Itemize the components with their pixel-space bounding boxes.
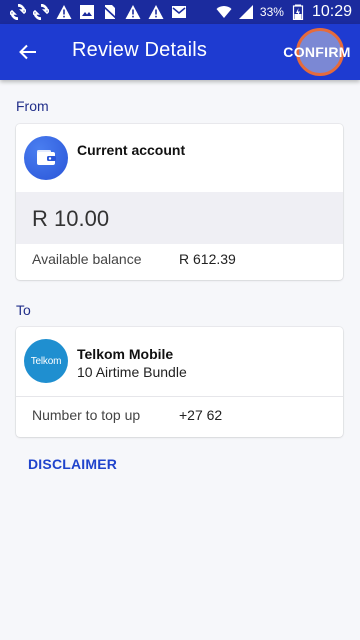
to-section-label: To — [16, 302, 31, 318]
image-icon — [80, 5, 94, 19]
mail-icon — [172, 6, 186, 18]
warning-icon — [125, 5, 141, 19]
amount-band: R 10.00 — [16, 192, 343, 244]
from-section-label: From — [16, 98, 49, 114]
available-balance-label: Available balance — [32, 251, 142, 267]
warning-icon — [56, 5, 72, 19]
account-name: Current account — [77, 142, 186, 158]
to-recipient-card: Telkom Telkom Mobile 10 Airtime Bundle N… — [16, 327, 343, 437]
sync-icon — [10, 4, 26, 20]
clock: 10:29 — [311, 3, 352, 20]
transfer-amount: R 10.00 — [32, 206, 110, 231]
back-button[interactable] — [12, 36, 44, 68]
battery-icon — [292, 4, 304, 20]
number-to-top-up-value: +27 62 — [179, 407, 223, 423]
wallet-icon — [37, 150, 56, 165]
signal-icon — [238, 5, 253, 19]
no-sim-icon — [102, 5, 118, 20]
disclaimer-link[interactable]: DISCLAIMER — [28, 456, 117, 472]
warning-icon — [148, 5, 164, 19]
wifi-icon — [216, 6, 232, 18]
sync-icon — [33, 4, 49, 20]
number-to-top-up-label: Number to top up — [32, 407, 141, 423]
arrow-left-icon — [19, 44, 36, 60]
biller-name: Telkom Mobile — [77, 346, 174, 362]
battery-percentage: 33% — [259, 5, 284, 19]
app-bar: Review Details CONFIRM — [0, 24, 360, 80]
from-account-card: Current account R 10.00 Available balanc… — [16, 124, 343, 280]
divider — [16, 396, 343, 397]
status-bar: 33% 10:29 — [0, 0, 360, 24]
account-avatar — [24, 136, 68, 180]
telkom-logo: Telkom — [24, 339, 68, 383]
confirm-button-label: CONFIRM — [283, 44, 351, 60]
notification-icons — [0, 4, 187, 20]
page-title: Review Details — [72, 39, 208, 61]
confirm-button[interactable]: CONFIRM — [274, 24, 360, 80]
available-balance-value: R 612.39 — [179, 251, 236, 267]
product-name: 10 Airtime Bundle — [77, 364, 187, 380]
system-icons: 33% 10:29 — [216, 3, 360, 21]
